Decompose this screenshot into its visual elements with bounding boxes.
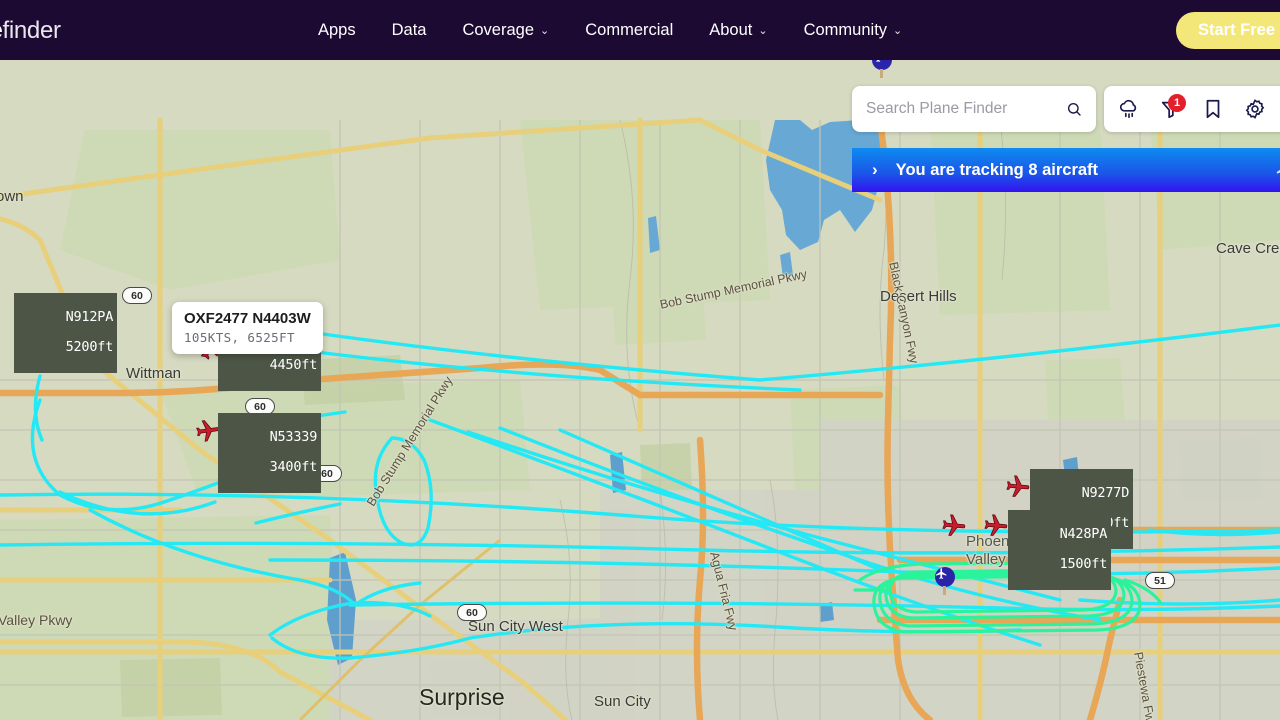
chevron-down-icon: ⌄ (893, 24, 903, 37)
logo-light-part: finder (2, 17, 61, 44)
tooltip-detail: 105KTS, 6525FT (184, 330, 295, 345)
nav-item-about[interactable]: About ⌄ (709, 21, 767, 40)
search-box[interactable] (852, 86, 1096, 132)
nav-item-apps[interactable]: Apps (318, 21, 356, 40)
planefinder-logo[interactable]: anefinder (0, 17, 61, 45)
aircraft-callsign: N428PA (1059, 526, 1108, 542)
aircraft-marker-n9277d[interactable] (1004, 473, 1032, 501)
search-input[interactable] (866, 100, 1066, 118)
nav-label: Data (391, 20, 427, 39)
nav-label: Community (803, 20, 888, 39)
chevron-down-icon: ⌄ (758, 24, 768, 37)
nav-label: Coverage (462, 20, 535, 39)
chevron-down-icon: ⌄ (540, 24, 550, 37)
nav-label: Commercial (585, 20, 674, 39)
tracking-banner[interactable]: › You are tracking 8 aircraft (852, 148, 1280, 192)
aircraft-hover-tooltip: OXF2477 N4403W 105KTS, 6525FT (172, 302, 323, 354)
weather-radar-icon[interactable] (1118, 98, 1140, 120)
nav-label: Apps (318, 20, 356, 39)
plane-finder-app: own Anthem Cave Cree Desert Hills Wittma… (0, 0, 1280, 720)
aircraft-altitude: 1500ft (1059, 556, 1108, 572)
plane-glyph-icon (876, 60, 881, 62)
highway-shield-60-d: 60 (457, 604, 487, 621)
plane-glyph-icon (936, 568, 947, 579)
top-navbar: anefinder Apps Data Coverage ⌄ Commercia… (0, 0, 1280, 60)
aircraft-callsign: N53339 (269, 429, 318, 445)
bookmark-icon[interactable] (1202, 98, 1224, 120)
aircraft-label-n53339[interactable]: N53339 3400ft (218, 413, 322, 493)
aircraft-altitude: 4450ft (269, 357, 318, 373)
nav-links: Apps Data Coverage ⌄ Commercial About ⌄ … (318, 0, 902, 60)
aircraft-label-n428pa[interactable]: N428PA 1500ft (1008, 510, 1112, 590)
highway-shield-60-a: 60 (122, 287, 152, 304)
chevron-right-icon[interactable]: › (872, 160, 878, 180)
tracking-banner-text: You are tracking 8 aircraft (895, 160, 1099, 179)
aircraft-callsign: N9277D (1081, 485, 1130, 501)
nav-item-data[interactable]: Data (392, 21, 427, 40)
settings-gear-icon[interactable] (1244, 98, 1266, 120)
aircraft-marker-n428pa[interactable] (982, 512, 1010, 540)
highway-shield-51: 51 (1145, 572, 1175, 589)
nav-label: About (709, 20, 753, 39)
filter-icon[interactable]: 1 (1160, 94, 1186, 120)
filter-badge-count: 1 (1168, 94, 1186, 112)
nav-item-community[interactable]: Community ⌄ (804, 21, 903, 40)
nav-item-commercial[interactable]: Commercial (585, 21, 673, 40)
search-icon[interactable] (1066, 99, 1082, 119)
tooltip-title: OXF2477 N4403W (184, 310, 311, 327)
plane-icon (1276, 169, 1280, 174)
start-free-trial-button[interactable]: Start Free Tr (1176, 12, 1280, 49)
nav-item-coverage[interactable]: Coverage ⌄ (462, 21, 549, 40)
aircraft-altitude: 3400ft (269, 459, 318, 475)
aircraft-altitude: 5200ft (65, 339, 114, 355)
aircraft-label-n912pa[interactable]: N912PA 5200ft (14, 293, 118, 373)
airport-pin-deer-valley[interactable] (935, 567, 955, 595)
map-toolbar: 1 (1104, 86, 1280, 132)
aircraft-callsign: N912PA (65, 309, 114, 325)
aircraft-marker-unlabeled-3[interactable] (940, 512, 968, 540)
